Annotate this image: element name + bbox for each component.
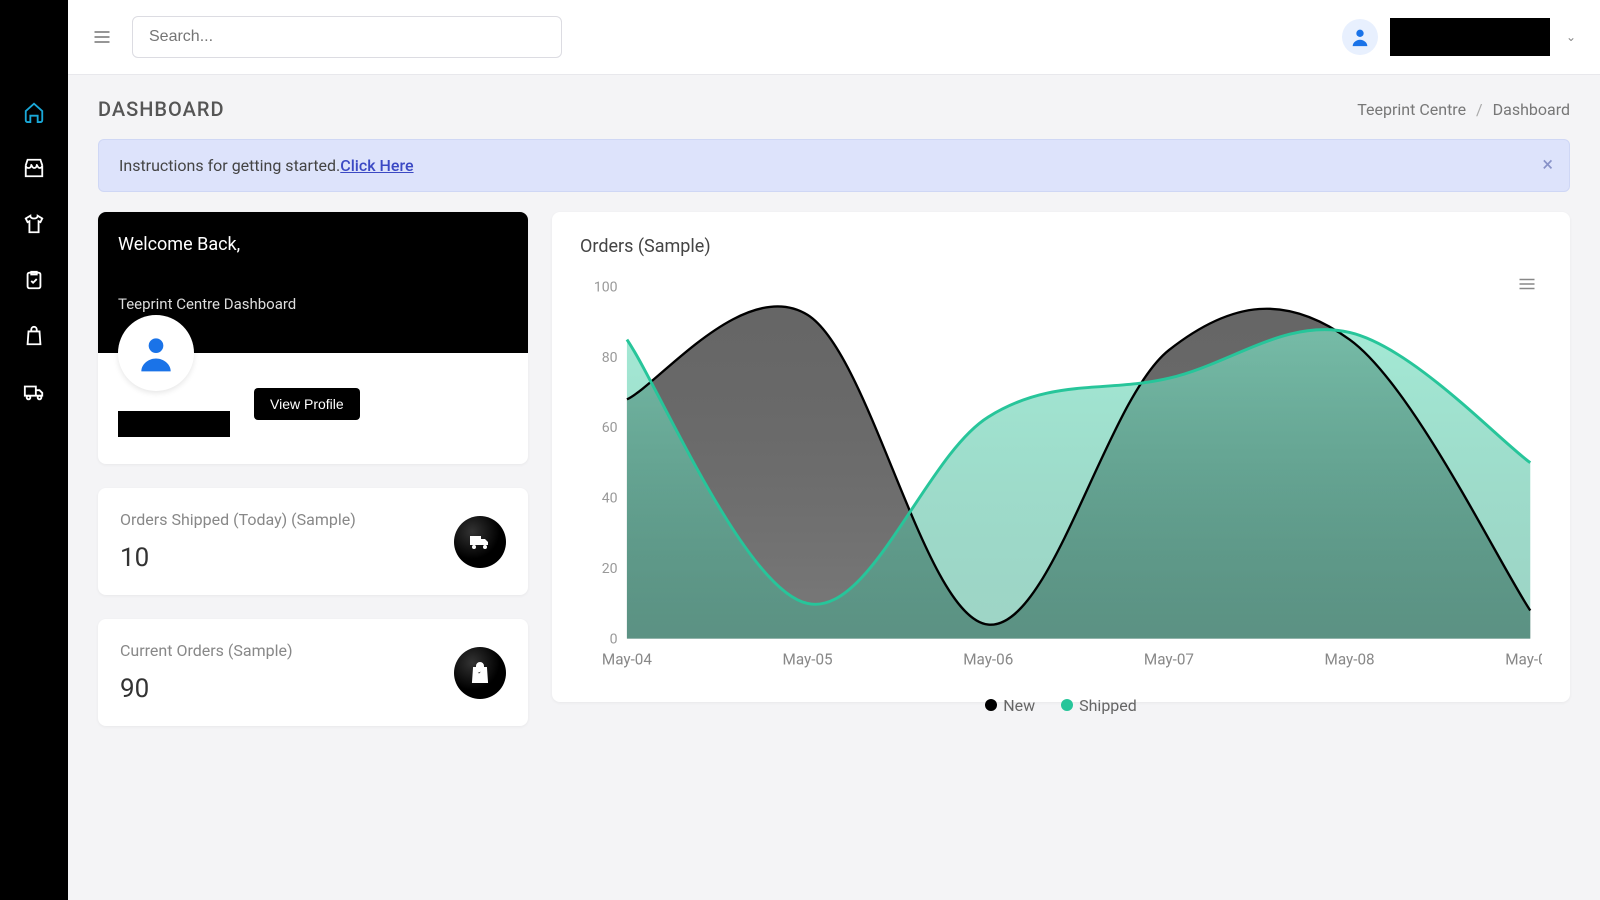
search-input[interactable] [132, 16, 562, 58]
stat-card-current: Current Orders (Sample) 90 [98, 619, 528, 726]
avatar [1342, 19, 1378, 55]
main: ⌄ DASHBOARD Teeprint Centre / Dashboard … [68, 0, 1600, 900]
stat-icon-wrap [454, 647, 506, 699]
welcome-title: Welcome Back, [118, 234, 508, 255]
alert-close-button[interactable]: × [1542, 152, 1553, 176]
legend-item-new[interactable]: New [985, 696, 1035, 715]
svg-text:40: 40 [602, 491, 618, 507]
chart-legend: New Shipped [580, 696, 1542, 715]
legend-dot-icon [1061, 699, 1073, 711]
breadcrumb-separator: / [1476, 100, 1483, 119]
breadcrumb-current: Dashboard [1493, 100, 1570, 119]
breadcrumb-root[interactable]: Teeprint Centre [1357, 100, 1466, 119]
home-icon [23, 101, 45, 123]
svg-text:60: 60 [602, 420, 618, 436]
welcome-card: Welcome Back, Teeprint Centre Dashboard … [98, 212, 528, 464]
shopping-bag-icon [23, 325, 45, 347]
user-name [1390, 18, 1550, 56]
svg-text:May-05: May-05 [783, 650, 833, 668]
svg-text:May-08: May-08 [1325, 650, 1375, 668]
sidebar-item-bag[interactable] [22, 324, 46, 348]
svg-text:20: 20 [602, 561, 618, 577]
page-title: DASHBOARD [98, 97, 225, 121]
stat-card-shipped: Orders Shipped (Today) (Sample) 10 [98, 488, 528, 595]
user-icon [1349, 26, 1371, 48]
chart-title: Orders (Sample) [580, 236, 1542, 257]
sidebar-item-shirt[interactable] [22, 212, 46, 236]
chevron-down-icon: ⌄ [1566, 30, 1576, 44]
svg-text:100: 100 [594, 279, 618, 295]
shopping-bag-icon [468, 661, 492, 685]
profile-name [118, 411, 230, 437]
view-profile-button[interactable]: View Profile [254, 388, 360, 420]
legend-label: New [1003, 696, 1035, 715]
truck-icon [468, 530, 492, 554]
svg-text:May-06: May-06 [963, 650, 1013, 668]
user-icon [134, 331, 178, 375]
sidebar-item-clipboard[interactable] [22, 268, 46, 292]
sidebar-item-home[interactable] [22, 100, 46, 124]
stat-label: Orders Shipped (Today) (Sample) [120, 510, 356, 529]
chart-menu-button[interactable] [1518, 277, 1536, 291]
topbar: ⌄ [68, 0, 1600, 75]
orders-chart: 0 20 40 60 80 100 May-04 May-05 May-06 May-07 May-… [580, 275, 1542, 686]
legend-label: Shipped [1079, 696, 1137, 715]
sidebar-item-store[interactable] [22, 156, 46, 180]
hamburger-icon [92, 27, 112, 47]
avatar-large [118, 315, 194, 391]
clipboard-icon [23, 269, 45, 291]
sidebar-item-truck[interactable] [22, 380, 46, 404]
hamburger-icon [1518, 277, 1536, 291]
stat-value: 10 [120, 543, 356, 573]
svg-text:0: 0 [610, 631, 618, 647]
menu-toggle-button[interactable] [92, 27, 112, 47]
legend-item-shipped[interactable]: Shipped [1061, 696, 1137, 715]
stat-label: Current Orders (Sample) [120, 641, 293, 660]
truck-icon [23, 381, 45, 403]
user-menu[interactable]: ⌄ [1342, 18, 1576, 56]
sidebar [0, 0, 68, 900]
breadcrumb: Teeprint Centre / Dashboard [1357, 100, 1570, 119]
alert-link[interactable]: Click Here [340, 156, 413, 175]
content: DASHBOARD Teeprint Centre / Dashboard In… [68, 75, 1600, 900]
stat-value: 90 [120, 674, 293, 704]
alert-text: Instructions for getting started. [119, 156, 340, 175]
legend-dot-icon [985, 699, 997, 711]
svg-text:May-07: May-07 [1144, 650, 1194, 668]
stat-icon-wrap [454, 516, 506, 568]
welcome-subtitle: Teeprint Centre Dashboard [118, 295, 508, 313]
svg-text:May-04: May-04 [602, 650, 652, 668]
svg-text:May-09: May-09 [1505, 650, 1542, 668]
info-alert: Instructions for getting started. Click … [98, 139, 1570, 192]
store-icon [23, 157, 45, 179]
chart-card: Orders (Sample) 0 20 40 60 80 100 May-04 May-05… [552, 212, 1570, 702]
svg-text:80: 80 [602, 350, 618, 366]
shirt-icon [23, 213, 45, 235]
